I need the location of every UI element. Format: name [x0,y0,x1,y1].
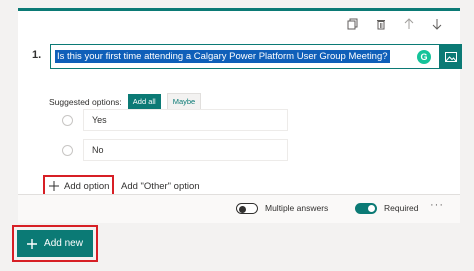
question-footer: Multiple answers Required ··· [18,194,460,223]
grammarly-icon[interactable]: G [417,50,431,64]
multiple-answers-toggle[interactable] [236,203,258,214]
required-label: Required [384,203,419,213]
toggle-knob [368,205,375,212]
add-new-button[interactable]: Add new [17,230,93,257]
move-up-icon[interactable] [402,17,416,31]
add-other-option-button[interactable]: Add "Other" option [121,181,200,192]
add-all-button[interactable]: Add all [127,94,161,109]
add-option-label: Add option [64,180,110,192]
question-card: 1. Is this your first time attending a C… [18,8,462,223]
suggestion-maybe[interactable]: Maybe [166,93,202,110]
multiple-answers-label: Multiple answers [265,203,329,213]
suggested-label: Suggested options: [49,96,122,107]
option-text: Yes [92,115,107,125]
question-toolbar [346,17,444,31]
option-text: No [92,145,104,155]
question-number: 1. [32,49,42,61]
copy-icon[interactable] [346,17,360,31]
required-toggle[interactable] [355,203,377,214]
delete-icon[interactable] [374,17,388,31]
option-row: Yes [62,109,288,131]
option-input[interactable]: No [83,139,288,161]
more-options-icon[interactable]: ··· [430,199,444,211]
option-input[interactable]: Yes [83,109,288,131]
suggested-options: Suggested options: Add all Maybe [49,93,202,110]
radio-circle-icon [62,144,73,156]
plus-icon [27,238,38,249]
move-down-icon[interactable] [430,17,444,31]
image-icon [445,51,457,62]
add-new-label: Add new [44,238,83,249]
option-row: No [62,139,288,161]
toggle-knob [239,206,246,213]
radio-circle-icon [62,114,73,126]
question-title-field[interactable]: Is this your first time attending a Calg… [50,44,440,69]
plus-icon [49,181,59,191]
insert-image-button[interactable] [440,44,462,69]
question-title-text: Is this your first time attending a Calg… [55,50,390,63]
